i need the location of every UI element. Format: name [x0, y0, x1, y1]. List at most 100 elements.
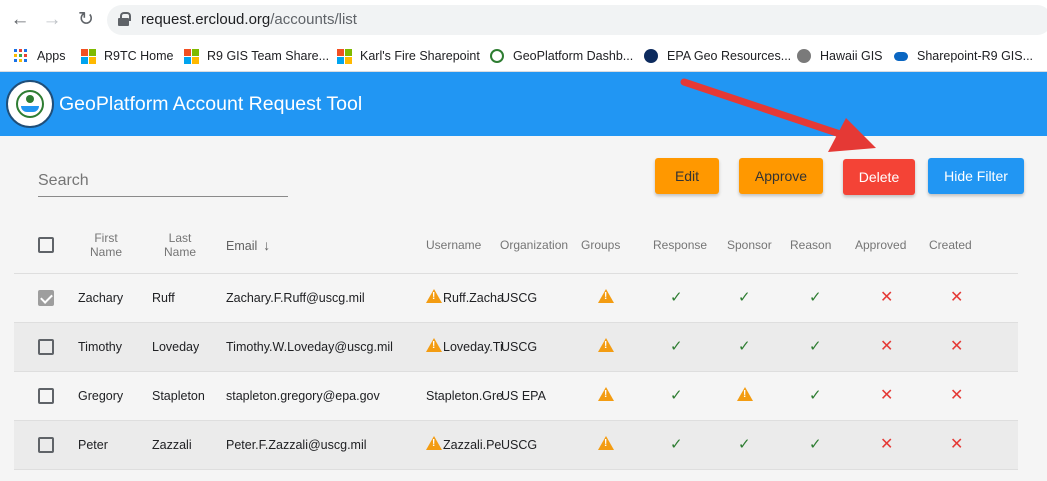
check-icon: ✓	[809, 289, 822, 306]
warning-icon	[426, 289, 442, 303]
search-field	[38, 161, 288, 197]
bookmark-label: R9 GIS Team Share...	[207, 49, 330, 63]
warning-icon	[598, 436, 614, 450]
edit-button[interactable]: Edit	[655, 158, 719, 194]
microsoft-logo-icon	[81, 49, 96, 64]
apps-grid-icon	[14, 49, 28, 63]
close-icon: ✕	[950, 338, 964, 355]
bookmark-label: EPA Geo Resources...	[667, 49, 792, 63]
cell-last-name: Stapleton	[152, 389, 205, 403]
cell-last-name: Zazzali	[152, 438, 192, 452]
check-icon: ✓	[670, 387, 683, 404]
check-icon: ✓	[738, 436, 751, 453]
cell-username: Loveday.Ti	[443, 340, 503, 354]
flower-icon	[797, 49, 811, 63]
cell-username: Zazzali.Pe	[443, 438, 502, 452]
geoplatform-icon	[490, 49, 504, 63]
table-row[interactable]: Peter Zazzali Peter.F.Zazzali@uscg.mil Z…	[14, 420, 1018, 470]
header-groups[interactable]: Groups	[581, 238, 620, 252]
cloud-icon	[894, 52, 908, 61]
cell-organization: USCG	[501, 291, 538, 305]
row-checkbox[interactable]	[38, 437, 54, 453]
epa-icon	[644, 49, 658, 63]
close-icon: ✕	[880, 387, 894, 404]
bookmark-label: GeoPlatform Dashb...	[513, 49, 634, 63]
cell-organization: USCG	[501, 438, 538, 452]
reload-icon[interactable]: ↻	[74, 8, 98, 32]
warning-icon	[426, 338, 442, 352]
warning-icon	[598, 387, 614, 401]
close-icon: ✕	[950, 387, 964, 404]
cell-organization: USCG	[501, 340, 538, 354]
header-organization[interactable]: Organization	[500, 238, 568, 252]
sort-down-icon: ↓	[263, 237, 271, 253]
cell-first-name: Gregory	[78, 389, 124, 403]
header-last-name[interactable]: Last Name	[156, 231, 204, 259]
header-first-name[interactable]: First Name	[82, 231, 130, 259]
annotation-arrow-icon	[680, 78, 876, 152]
row-checkbox[interactable]	[38, 339, 54, 355]
hide-filter-button[interactable]: Hide Filter	[928, 158, 1024, 194]
close-icon: ✕	[950, 289, 964, 306]
search-input[interactable]	[38, 169, 288, 193]
cell-last-name: Ruff	[152, 291, 175, 305]
table-row[interactable]: Timothy Loveday Timothy.W.Loveday@uscg.m…	[14, 322, 1018, 371]
table-row[interactable]: Zachary Ruff Zachary.F.Ruff@uscg.mil Ruf…	[14, 273, 1018, 322]
app-title: GeoPlatform Account Request Tool	[59, 93, 363, 115]
bookmark-label: Karl's Fire Sharepoint	[360, 49, 480, 63]
cell-email: Peter.F.Zazzali@uscg.mil	[226, 438, 367, 452]
check-icon: ✓	[809, 387, 822, 404]
header-username[interactable]: Username	[426, 238, 481, 252]
epa-seal-logo	[6, 80, 54, 128]
bookmarks-bar: Apps R9TC Home R9 GIS Team Share... Karl…	[0, 40, 1047, 72]
approve-button[interactable]: Approve	[739, 158, 823, 194]
check-icon: ✓	[738, 289, 751, 306]
check-icon: ✓	[809, 436, 822, 453]
header-email-label: Email	[226, 239, 258, 253]
header-approved[interactable]: Approved	[855, 238, 906, 252]
row-checkbox[interactable]	[38, 388, 54, 404]
back-arrow-icon[interactable]: ←	[8, 8, 32, 32]
delete-button[interactable]: Delete	[843, 159, 915, 195]
check-icon: ✓	[809, 338, 822, 355]
cell-organization: US EPA	[501, 389, 546, 403]
header-sponsor[interactable]: Sponsor	[727, 238, 772, 252]
bookmark-label: Hawaii GIS	[820, 49, 883, 63]
check-icon: ✓	[670, 338, 683, 355]
table-row[interactable]: Gregory Stapleton stapleton.gregory@epa.…	[14, 371, 1018, 420]
cell-username: Ruff.Zacha	[443, 291, 503, 305]
cell-username: Stapleton.Gre	[426, 389, 503, 403]
header-reason[interactable]: Reason	[790, 238, 831, 252]
close-icon: ✕	[950, 436, 964, 453]
url-field[interactable]: request.ercloud.org/accounts/list	[107, 5, 1047, 35]
close-icon: ✕	[880, 289, 894, 306]
url-path: /accounts/list	[270, 11, 357, 28]
cell-last-name: Loveday	[152, 340, 200, 354]
bookmark-label: Apps	[37, 49, 66, 63]
cell-first-name: Peter	[78, 438, 108, 452]
row-checkbox[interactable]	[38, 290, 54, 306]
warning-icon	[426, 436, 442, 450]
cell-email: Timothy.W.Loveday@uscg.mil	[226, 340, 393, 354]
lock-icon	[118, 12, 131, 26]
header-created[interactable]: Created	[929, 238, 972, 252]
microsoft-logo-icon	[184, 49, 199, 64]
header-response[interactable]: Response	[653, 238, 707, 252]
cell-email: stapleton.gregory@epa.gov	[226, 389, 380, 403]
warning-icon	[598, 289, 614, 303]
warning-icon	[598, 338, 614, 352]
cell-first-name: Timothy	[78, 340, 122, 354]
check-icon: ✓	[670, 289, 683, 306]
forward-arrow-icon[interactable]: →	[40, 8, 64, 32]
header-email[interactable]: Email ↓	[226, 238, 270, 253]
url-host: request.ercloud.org	[141, 11, 271, 28]
warning-icon	[737, 387, 753, 401]
cell-first-name: Zachary	[78, 291, 124, 305]
bookmark-label: R9TC Home	[104, 49, 174, 63]
cell-email: Zachary.F.Ruff@uscg.mil	[226, 291, 365, 305]
close-icon: ✕	[880, 436, 894, 453]
check-icon: ✓	[738, 338, 751, 355]
microsoft-logo-icon	[337, 49, 352, 64]
close-icon: ✕	[880, 338, 894, 355]
select-all-checkbox[interactable]	[38, 237, 54, 253]
